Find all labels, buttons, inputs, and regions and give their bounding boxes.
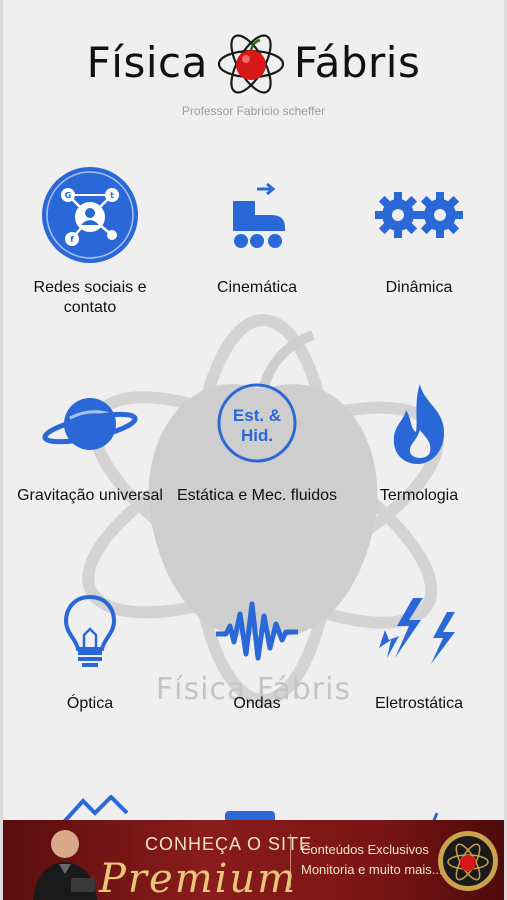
menu-tile-label: Óptica [66, 695, 114, 712]
app-screen: Física Fábris Professor Fabricio scheffe… [0, 0, 507, 900]
menu-tile-ondas[interactable]: Ondas [173, 576, 341, 776]
menu-tile-label: Gravitação universal [17, 487, 163, 504]
menu-tile-label: Cinemática [216, 279, 298, 296]
app-header: Física Fábris Professor Fabricio scheffe… [3, 0, 504, 130]
banner-cta-text: CONHEÇA O SITE [145, 834, 313, 854]
professor-photo [33, 830, 97, 900]
banner-premium-text: Premium [99, 856, 298, 900]
menu-tile-label: Eletrostática [374, 695, 464, 712]
next-row-partial-icons [61, 795, 439, 823]
menu-tile-label: Estática e Mec. fluidos [176, 487, 338, 504]
planet-icon [42, 398, 138, 450]
premium-seal-icon [438, 831, 498, 891]
logo-word-left: Física [86, 37, 208, 87]
logo-word-right: Fábris [293, 37, 421, 87]
menu-tile-gravitacao[interactable]: Gravitação universal [6, 368, 174, 568]
svg-text:t: t [110, 191, 114, 200]
menu-tile-label: Ondas [233, 695, 281, 712]
flame-icon [393, 384, 445, 464]
app-subtitle: Professor Fabricio scheffer [181, 104, 326, 118]
gears-icon [375, 192, 463, 238]
svg-text:G: G [65, 191, 72, 200]
banner-info-line-1: Conteúdos Exclusivos [301, 842, 429, 857]
wave-icon [216, 601, 298, 661]
roller-skate-icon [233, 182, 285, 248]
menu-tile-cinematica[interactable]: Cinemática [173, 160, 341, 360]
lightning-icon [379, 598, 455, 664]
menu-tile-eletrostatica[interactable]: Eletrostática [335, 576, 503, 776]
menu-tile-estatica[interactable]: Est. & Hid. Estática e Mec. fluidos [173, 368, 341, 568]
menu-tile-optica[interactable]: Óptica [6, 576, 174, 776]
svg-text:f: f [70, 235, 74, 244]
menu-tile-dinamica[interactable]: Dinâmica [335, 160, 503, 360]
app-logo: Física Fábris [3, 22, 504, 102]
menu-tile-label: Dinâmica [385, 279, 453, 296]
premium-site-banner[interactable]: CONHEÇA O SITE Premium Conteúdos Exclusi… [3, 820, 504, 900]
menu-tile-redes-sociais[interactable]: G t f Redes sociais e contato [6, 160, 174, 360]
banner-divider [290, 834, 291, 888]
light-bulb-icon [63, 594, 117, 667]
menu-tile-label: Redes sociais e contato [33, 279, 147, 316]
banner-info-line-2: Monitoria e muito mais... [301, 862, 443, 877]
menu-tile-termologia[interactable]: Termologia [335, 368, 503, 568]
atom-apple-icon [217, 34, 284, 94]
est-hid-icon-text: Est. & Hid. [232, 406, 282, 445]
social-network-icon: G t f [42, 167, 138, 263]
menu-tile-label: Termologia [379, 487, 459, 504]
